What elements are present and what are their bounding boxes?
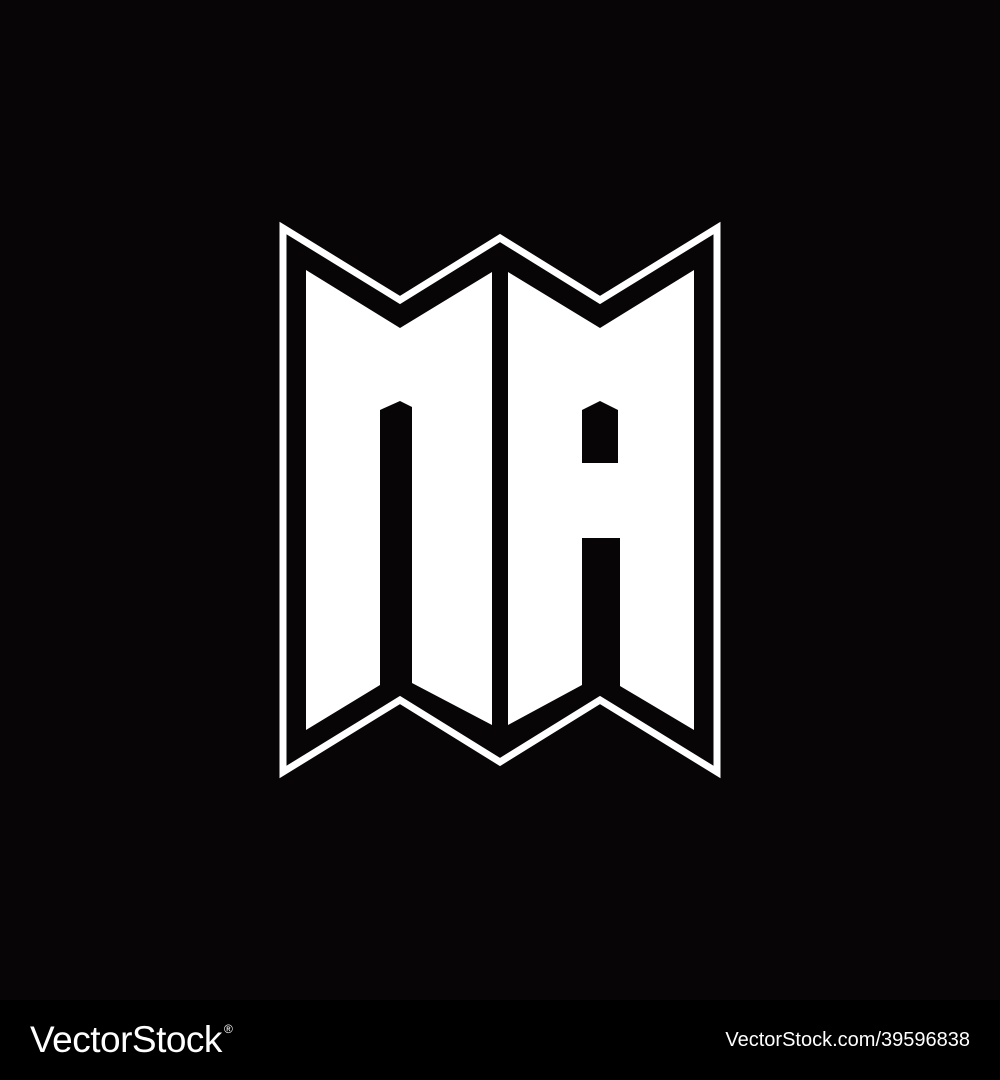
watermark-bar: VectorStock ® VectorStock.com/39596838: [0, 1000, 1000, 1080]
letter-a-counter: [582, 401, 618, 463]
logo-canvas: [0, 0, 1000, 1000]
ma-monogram-logo: [279, 221, 721, 779]
registered-mark: ®: [223, 1022, 233, 1036]
vectorstock-logo-text: VectorStock ®: [30, 1018, 233, 1062]
image-id-label: VectorStock.com/39596838: [725, 1029, 970, 1051]
letter-m-shape: [306, 270, 492, 730]
brand-name: VectorStock: [30, 1019, 222, 1060]
letter-a-shape: [508, 270, 694, 730]
